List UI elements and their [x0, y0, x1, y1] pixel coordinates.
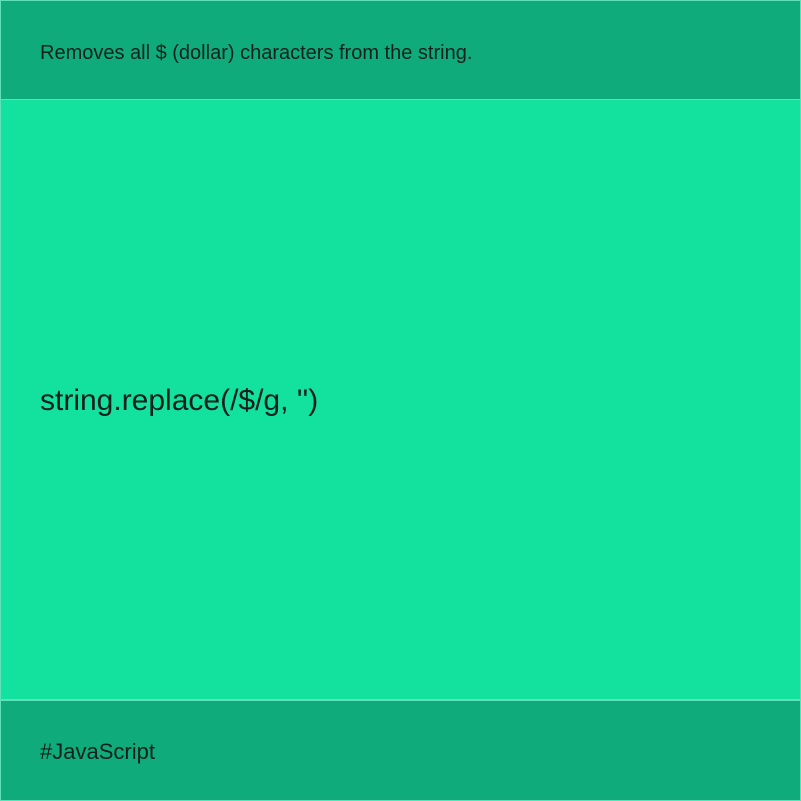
language-tag: #JavaScript — [40, 738, 155, 764]
card-footer: #JavaScript — [1, 701, 800, 800]
snippet-card: Removes all $ (dollar) characters from t… — [0, 0, 801, 801]
snippet-description: Removes all $ (dollar) characters from t… — [40, 42, 473, 64]
card-main: string.replace(/$/g, '') — [1, 100, 800, 699]
code-snippet: string.replace(/$/g, '') — [40, 383, 319, 417]
card-header: Removes all $ (dollar) characters from t… — [1, 1, 800, 99]
